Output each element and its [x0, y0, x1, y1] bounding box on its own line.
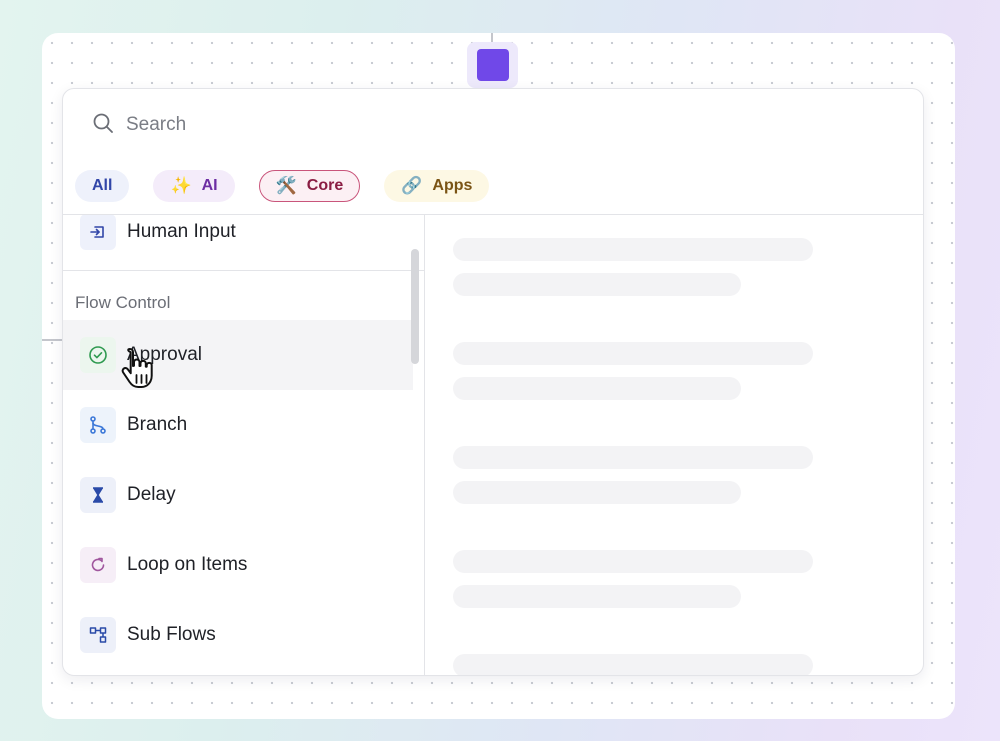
workflow-node-square	[476, 49, 509, 81]
skeleton-line	[453, 481, 741, 504]
chip-all[interactable]: All	[75, 170, 130, 202]
section-separator	[63, 270, 424, 271]
section-title-flow-control: Flow Control	[75, 293, 171, 312]
skeleton-line	[453, 342, 813, 365]
sparkles-icon: ✨	[170, 176, 192, 195]
step-list[interactable]: Human Input Flow Control Approval Branch…	[63, 215, 424, 675]
search-icon	[91, 111, 115, 140]
list-item-label: Human Input	[127, 221, 236, 242]
list-item-label: Loop on Items	[127, 554, 248, 575]
chip-apps-label: Apps	[432, 177, 473, 194]
list-item-delay[interactable]: Delay	[63, 460, 413, 530]
hand-cursor-icon	[121, 348, 153, 388]
list-item-approval[interactable]: Approval	[63, 320, 413, 390]
check-circle-icon	[80, 337, 116, 373]
skeleton-line	[453, 377, 741, 400]
skeleton-line	[453, 273, 741, 296]
skeleton-line	[453, 550, 813, 573]
list-item-label: Branch	[127, 414, 188, 435]
step-picker-panel: All ✨ AI 🛠️ Core 🔗 Apps Human Input	[62, 88, 924, 676]
list-item-label: Delay	[127, 484, 176, 505]
search-input[interactable]	[126, 114, 726, 136]
skeleton-line	[453, 585, 741, 608]
category-filter: All ✨ AI 🛠️ Core 🔗 Apps	[75, 170, 513, 202]
list-item-label: Sub Flows	[127, 624, 216, 645]
list-scrollbar[interactable]	[411, 249, 419, 364]
skeleton-line	[453, 238, 813, 261]
hourglass-icon	[80, 477, 116, 513]
link-icon: 🔗	[401, 176, 423, 195]
input-arrow-icon	[80, 215, 116, 250]
chip-ai-label: AI	[201, 177, 218, 194]
list-item-human-input[interactable]: Human Input	[63, 215, 413, 267]
column-divider	[424, 214, 425, 675]
chip-core[interactable]: 🛠️ Core	[258, 170, 361, 202]
workflow-node[interactable]	[467, 42, 518, 88]
chip-ai[interactable]: ✨ AI	[153, 170, 235, 202]
list-item-loop-on-items[interactable]: Loop on Items	[63, 530, 413, 600]
tools-icon: 🛠️	[275, 176, 297, 195]
branch-icon	[80, 407, 116, 443]
chip-all-label: All	[92, 177, 113, 194]
chip-apps[interactable]: 🔗 Apps	[384, 170, 490, 202]
search-bar	[91, 111, 726, 139]
sub-flow-icon	[80, 617, 116, 653]
skeleton-line	[453, 654, 813, 675]
list-item-branch[interactable]: Branch	[63, 390, 413, 460]
chip-core-label: Core	[306, 177, 344, 194]
skeleton-line	[453, 446, 813, 469]
connector-line-left	[42, 339, 64, 341]
loop-icon	[80, 547, 116, 583]
list-item-sub-flows[interactable]: Sub Flows	[63, 600, 413, 670]
